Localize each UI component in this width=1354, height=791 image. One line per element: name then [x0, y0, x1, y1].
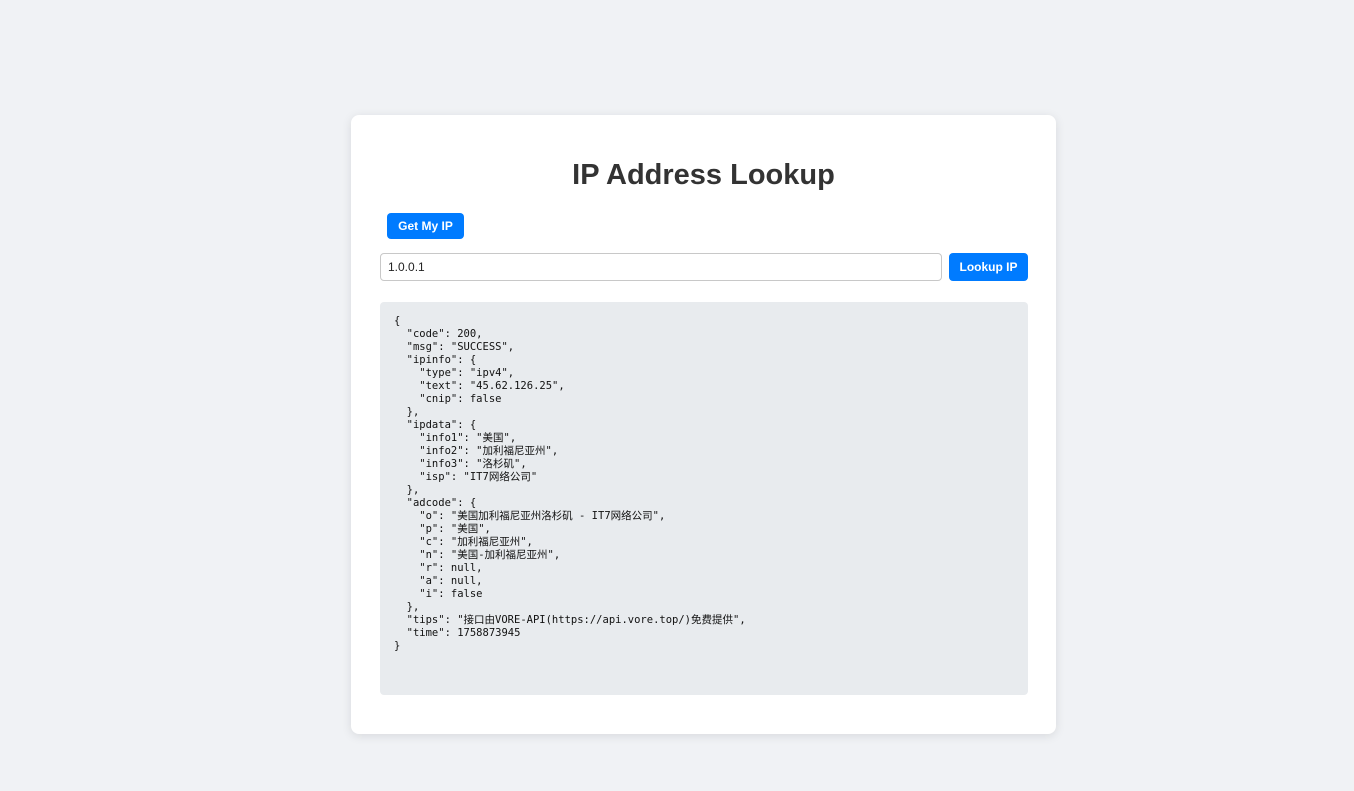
lookup-card: IP Address Lookup Get My IP Lookup IP { …: [351, 115, 1056, 734]
get-my-ip-button[interactable]: Get My IP: [387, 213, 464, 239]
ip-address-input[interactable]: [380, 253, 942, 281]
lookup-ip-button[interactable]: Lookup IP: [949, 253, 1028, 281]
page-title: IP Address Lookup: [572, 159, 835, 191]
lookup-result-output: { "code": 200, "msg": "SUCCESS", "ipinfo…: [380, 302, 1028, 695]
